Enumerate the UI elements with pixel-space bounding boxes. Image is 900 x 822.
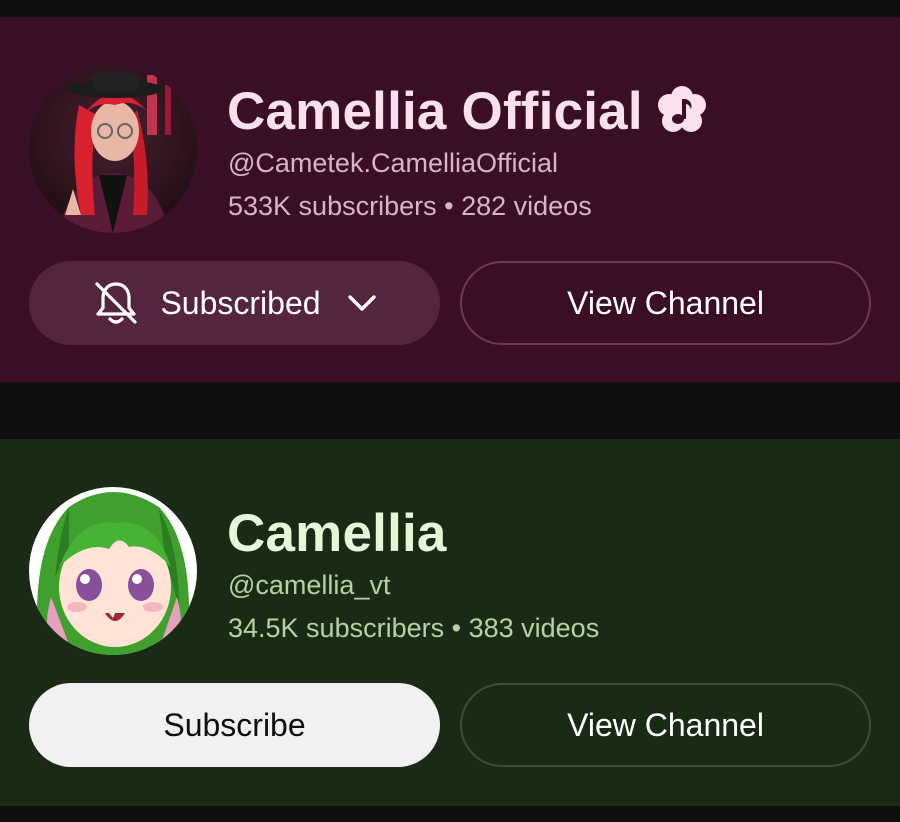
subscribe-label: Subscribe xyxy=(163,706,306,743)
channel-avatar[interactable] xyxy=(29,487,197,655)
stats-separator: • xyxy=(451,613,462,643)
channel-card-camellia: Camellia @camellia_vt 34.5K subscribers … xyxy=(0,439,900,806)
channel-handle: @camellia_vt xyxy=(228,570,391,600)
view-channel-button[interactable]: View Channel xyxy=(460,683,871,767)
view-channel-button[interactable]: View Channel xyxy=(460,261,871,345)
subscribed-label: Subscribed xyxy=(160,284,321,321)
view-channel-label: View Channel xyxy=(567,706,764,743)
channel-name-row: Camellia xyxy=(227,501,447,565)
music-verified-badge-icon xyxy=(657,86,706,132)
subscribed-button[interactable]: Subscribed xyxy=(29,261,440,345)
video-count: 282 videos xyxy=(461,191,592,221)
channel-name[interactable]: Camellia Official xyxy=(227,81,643,142)
subscribe-button[interactable]: Subscribe xyxy=(29,683,440,767)
subscriber-count: 34.5K subscribers xyxy=(228,613,445,643)
video-count: 383 videos xyxy=(468,613,600,643)
channel-name[interactable]: Camellia xyxy=(227,503,447,564)
channel-card-camellia-official: Camellia Official @Cametek.CamelliaOffic… xyxy=(0,17,900,382)
channel-stats: 533K subscribers • 282 videos xyxy=(228,191,592,222)
bell-off-icon xyxy=(95,282,138,324)
channel-name-row: Camellia Official xyxy=(227,79,709,143)
chevron-down-icon xyxy=(347,295,376,311)
channel-avatar[interactable] xyxy=(29,65,197,233)
stats-separator: • xyxy=(444,191,454,221)
subscriber-count: 533K subscribers xyxy=(228,191,437,221)
channel-stats: 34.5K subscribers • 383 videos xyxy=(228,613,599,644)
channel-handle: @Cametek.CamelliaOfficial xyxy=(228,148,559,178)
view-channel-label: View Channel xyxy=(567,284,764,321)
